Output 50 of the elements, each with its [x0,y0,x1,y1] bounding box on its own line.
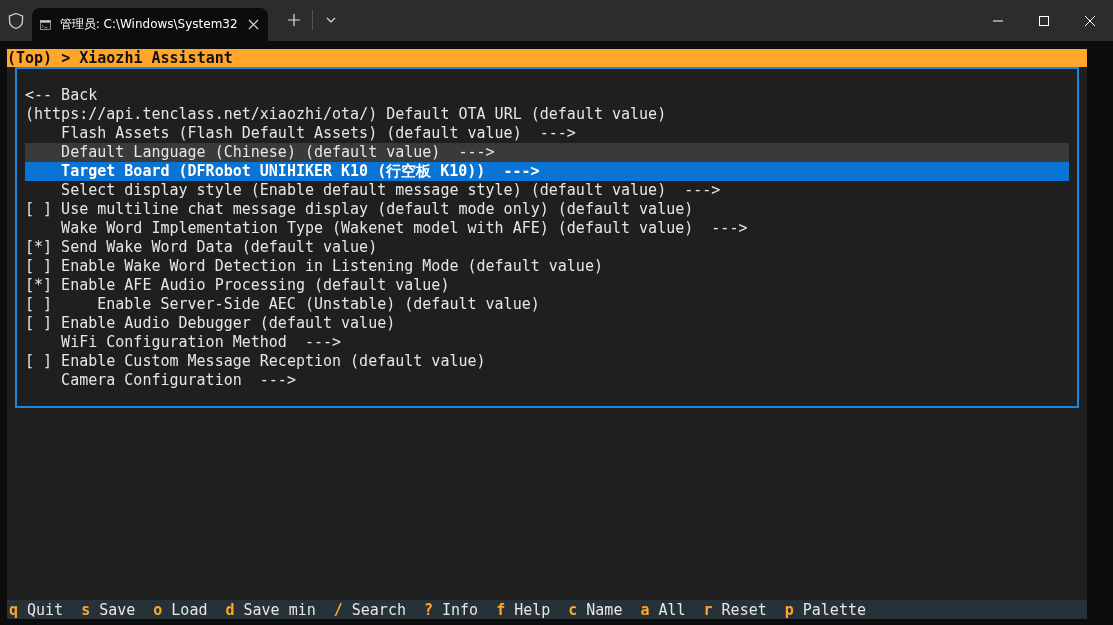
shortcut-label: Name [586,600,623,619]
menu-item[interactable]: [ ] Enable Server-Side AEC (Unstable) (default value) [25,295,1069,314]
menu-item[interactable]: Camera Configuration ---> [25,371,1069,390]
breadcrumb: (Top) > Xiaozhi Assistant [7,49,1087,67]
menu-item[interactable]: [*] Send Wake Word Data (default value) [25,238,1069,257]
checkbox[interactable]: [ ] [25,352,62,371]
shortcut-label: Help [514,600,551,619]
shortcut-label: Save min [243,600,316,619]
shortcut-key[interactable]: f [496,600,506,619]
checkbox[interactable]: [*] [25,238,62,257]
menu-item[interactable]: Target Board (DFRobot UNIHIKER K10 (行空板 K10)) ---> [25,162,1069,181]
terminal-tab[interactable]: 管理员: C:\Windows\System32 [32,8,268,41]
menu-item[interactable]: (https://api.tenclass.net/xiaozhi/ota/) Default OTA URL (default value) [25,105,1069,124]
shortcut-label: Info [442,600,479,619]
shortcut-label: Reset [721,600,767,619]
shield-icon[interactable] [7,12,25,30]
shortcut-key[interactable]: / [333,600,343,619]
checkbox[interactable]: [*] [25,276,62,295]
menu-item[interactable]: <-- Back [25,86,1069,105]
shortcut-key[interactable]: ? [423,600,433,619]
menu-item[interactable]: Select display style (Enable default message style) (default value) ---> [25,181,1069,200]
shortcut-key[interactable]: p [784,600,794,619]
shortcut-label: Palette [802,600,866,619]
shortcut-key[interactable]: o [153,600,163,619]
menu-item[interactable]: Default Language (Chinese) (default value) ---> [25,143,1069,162]
menu-item[interactable]: [ ] Use multiline chat message display (default mode only) (default value) [25,200,1069,219]
checkbox[interactable]: [ ] [25,257,62,276]
shortcut-label: Save [99,600,136,619]
tab-title: 管理员: C:\Windows\System32 [59,16,238,33]
shortcut-label: All [658,600,686,619]
checkbox[interactable]: [ ] [25,314,62,333]
shortcut-key[interactable]: c [568,600,578,619]
shortcut-label: Quit [27,600,64,619]
shortcut-key[interactable]: s [81,600,91,619]
shortcut-key[interactable]: r [703,600,713,619]
terminal-icon [40,17,51,32]
shortcut-key[interactable]: d [225,600,235,619]
checkbox[interactable]: [ ] [25,295,62,314]
menu-item[interactable]: Wake Word Implementation Type (Wakenet model with AFE) (default value) ---> [25,219,1069,238]
shortcut-label: Load [171,600,208,619]
menu-item[interactable]: [ ] Enable Custom Message Reception (default value) [25,352,1069,371]
menu-item[interactable]: [ ] Enable Wake Word Detection in Listening Mode (default value) [25,257,1069,276]
menu-item[interactable]: WiFi Configuration Method ---> [25,333,1069,352]
shortcut-label: Search [351,600,406,619]
checkbox[interactable]: [ ] [25,200,62,219]
menu-item[interactable]: [ ] Enable Audio Debugger (default value) [25,314,1069,333]
shortcut-key[interactable]: q [9,600,19,619]
menu-item[interactable]: Flash Assets (Flash Default Assets) (default value) ---> [25,124,1069,143]
shortcut-key[interactable]: a [640,600,650,619]
menu-item[interactable]: [*] Enable AFE Audio Processing (default value) [25,276,1069,295]
